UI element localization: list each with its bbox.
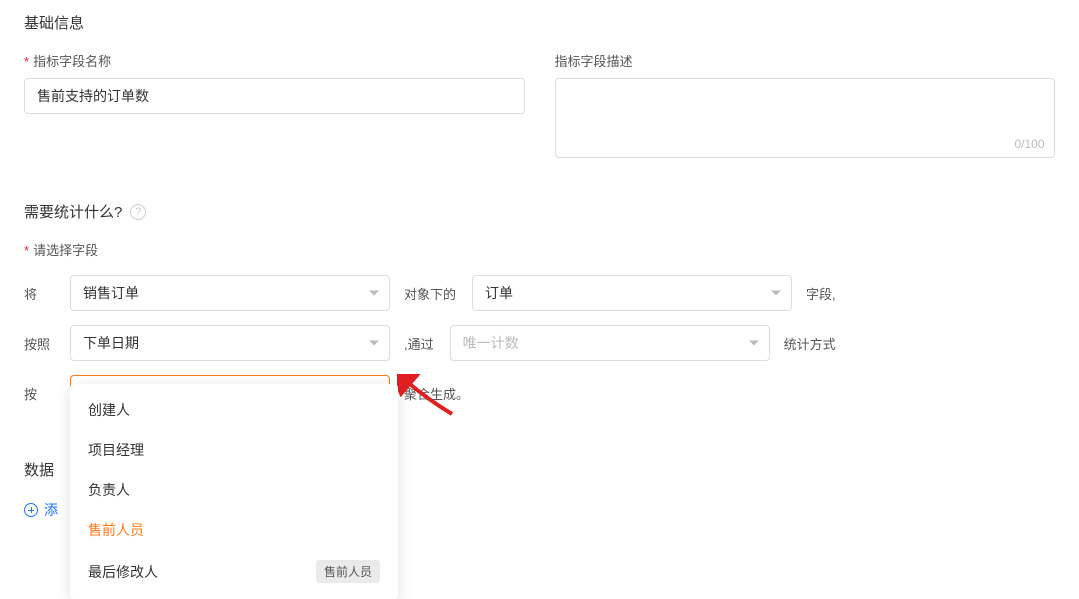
add-button[interactable]: 添 bbox=[24, 500, 58, 520]
row2-suffix: 统计方式 bbox=[784, 334, 836, 353]
stat-row-1: 将 销售订单 对象下的 订单 字段, bbox=[24, 275, 1055, 311]
dropdown-item-owner[interactable]: 负责人 bbox=[70, 470, 398, 510]
stat-method-select[interactable]: 唯一计数 bbox=[450, 325, 770, 361]
plus-icon bbox=[24, 503, 38, 517]
chevron-down-icon bbox=[749, 341, 759, 346]
select-field-label: 请选择字段 bbox=[24, 240, 1055, 259]
date-field-select[interactable]: 下单日期 bbox=[70, 325, 390, 361]
row1-suffix: 字段, bbox=[806, 284, 836, 303]
chevron-down-icon bbox=[369, 291, 379, 296]
object-select-value: 销售订单 bbox=[83, 283, 139, 303]
row1-mid: 对象下的 bbox=[404, 284, 456, 303]
row3-suffix: 聚合生成。 bbox=[404, 384, 469, 403]
add-button-label: 添 bbox=[44, 500, 58, 520]
object-select[interactable]: 销售订单 bbox=[70, 275, 390, 311]
field-desc-textarea[interactable] bbox=[555, 78, 1055, 158]
stat-method-placeholder: 唯一计数 bbox=[463, 333, 519, 353]
row2-prefix: 按照 bbox=[24, 334, 70, 353]
date-field-value: 下单日期 bbox=[83, 333, 139, 353]
section-stats-title: 需要统计什么? bbox=[24, 201, 122, 222]
field-name-input[interactable] bbox=[24, 78, 525, 114]
field-select-value: 订单 bbox=[485, 283, 513, 303]
section-basic-info-title: 基础信息 bbox=[24, 12, 1055, 33]
row3-prefix: 按 bbox=[24, 384, 70, 403]
row1-prefix: 将 bbox=[24, 284, 70, 303]
field-desc-label: 指标字段描述 bbox=[555, 51, 1056, 70]
dropdown-item-pm[interactable]: 项目经理 bbox=[70, 430, 398, 470]
groupby-dropdown: 创建人 项目经理 负责人 售前人员 最后修改人 售前人员 bbox=[70, 384, 398, 599]
help-icon[interactable]: ? bbox=[130, 204, 146, 220]
stat-row-2: 按照 下单日期 ,通过 唯一计数 统计方式 bbox=[24, 325, 1055, 361]
row2-mid: ,通过 bbox=[404, 334, 434, 353]
dropdown-item-creator[interactable]: 创建人 bbox=[70, 390, 398, 430]
chevron-down-icon bbox=[369, 341, 379, 346]
dropdown-item-presales[interactable]: 售前人员 bbox=[70, 510, 398, 550]
chevron-down-icon bbox=[771, 291, 781, 296]
textarea-counter: 0/100 bbox=[1014, 137, 1044, 151]
field-select[interactable]: 订单 bbox=[472, 275, 792, 311]
field-name-label: 指标字段名称 bbox=[24, 51, 525, 70]
